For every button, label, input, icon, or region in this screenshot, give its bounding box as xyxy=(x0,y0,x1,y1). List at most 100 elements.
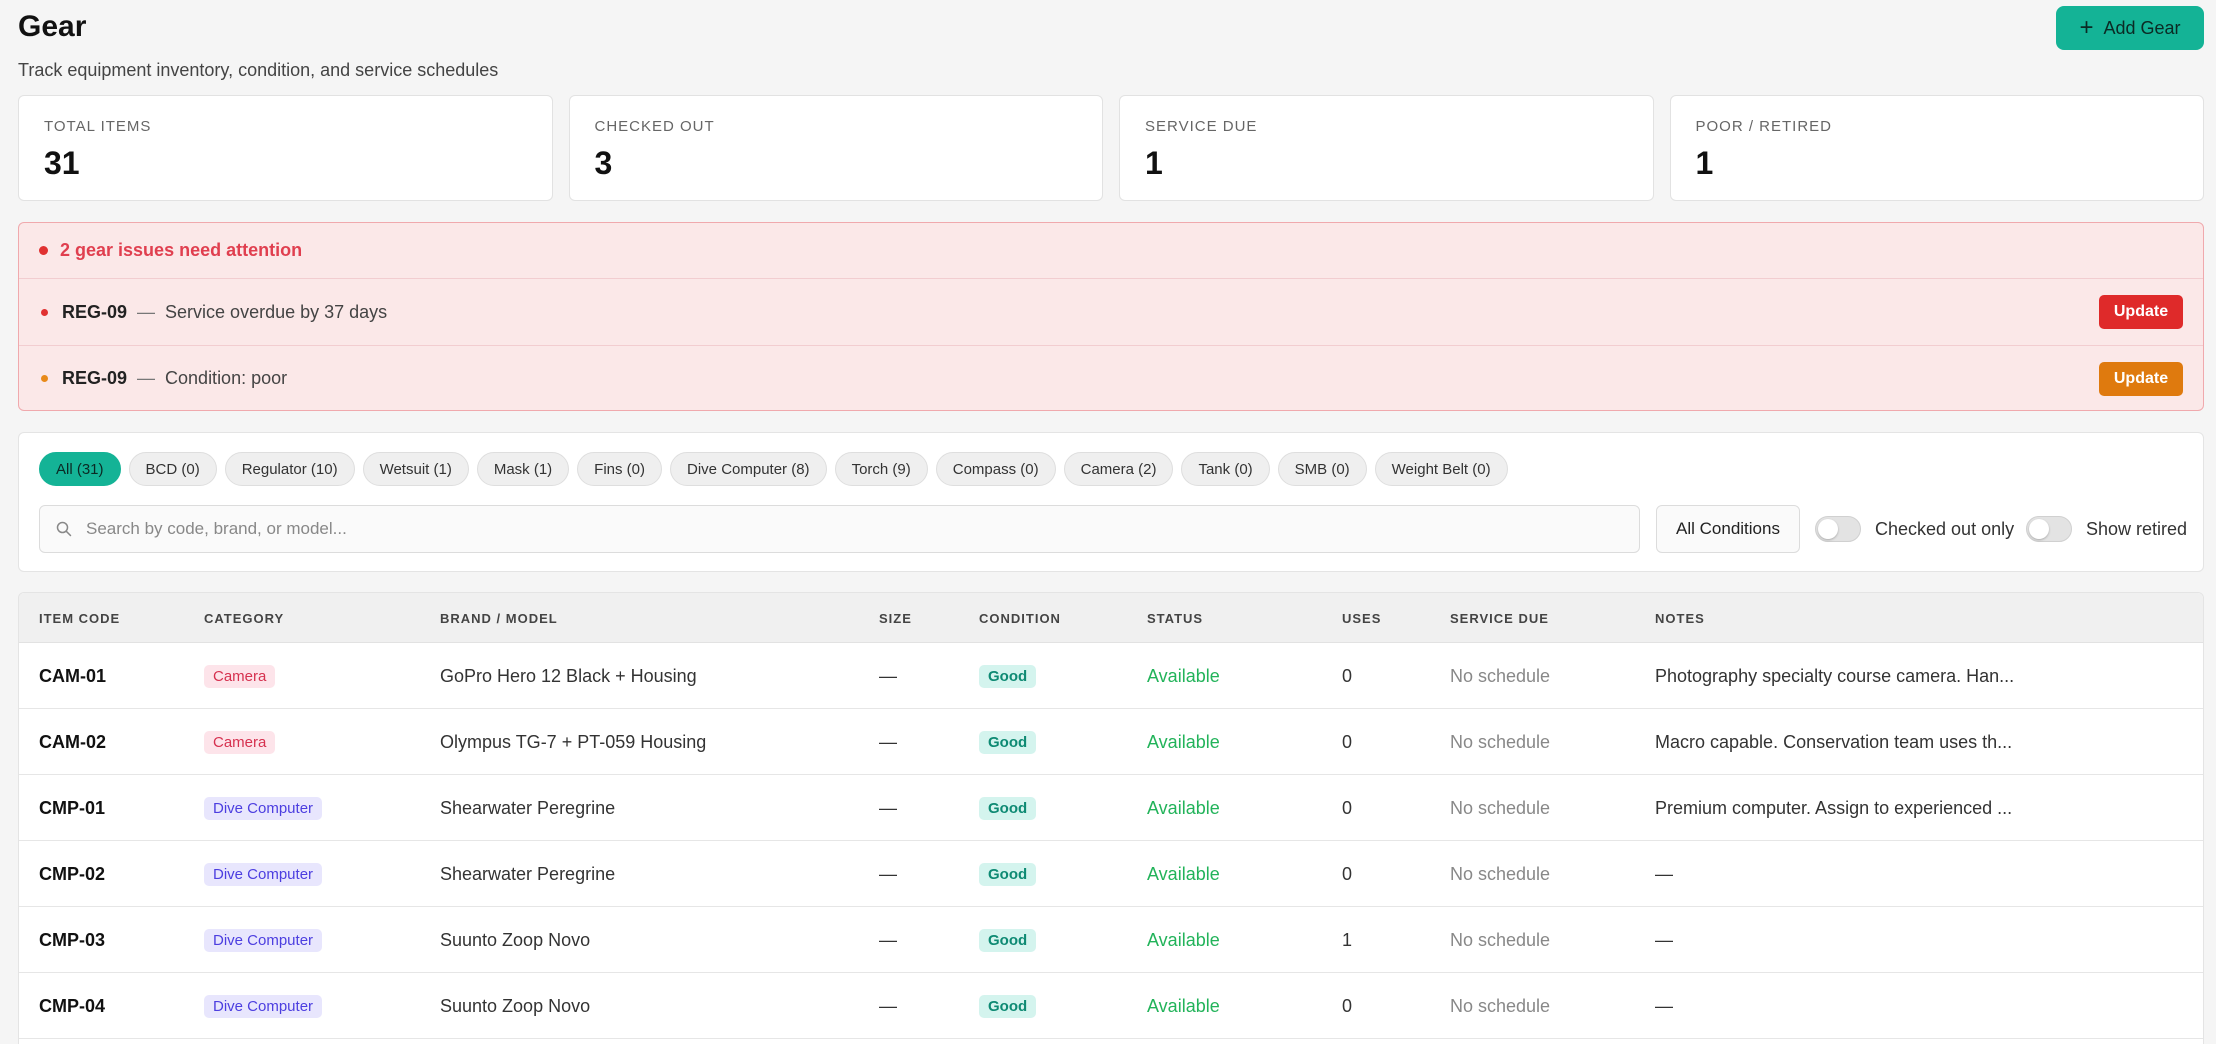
gear-table: ITEM CODE CATEGORY BRAND / MODEL SIZE CO… xyxy=(18,592,2204,1044)
condition-cell: Good xyxy=(979,907,1037,973)
status: Available xyxy=(1147,731,1220,752)
notes: Photography specialty course camera. Han… xyxy=(1655,665,2015,686)
condition-cell: Good xyxy=(979,973,1037,1039)
chip-dive-computer[interactable]: Dive Computer (8) xyxy=(670,452,827,486)
chip-compass[interactable]: Compass (0) xyxy=(935,452,1056,486)
category-cell: Dive Computer xyxy=(204,973,323,1039)
chip-bcd[interactable]: BCD (0) xyxy=(128,452,217,486)
stat-value: 31 xyxy=(44,145,80,181)
alert-dot-icon xyxy=(39,246,48,255)
stat-value: 3 xyxy=(594,145,613,181)
stat-value: 1 xyxy=(1145,145,1163,181)
column-header-brand-model[interactable]: BRAND / MODEL xyxy=(440,593,558,643)
chip-camera[interactable]: Camera (2) xyxy=(1063,452,1174,486)
notes: — xyxy=(1655,995,1673,1016)
status: Available xyxy=(1147,929,1220,950)
chip-smb[interactable]: SMB (0) xyxy=(1277,452,1367,486)
condition-badge: Good xyxy=(979,664,1037,688)
category-badge: Dive Computer xyxy=(204,928,323,952)
column-header-status[interactable]: STATUS xyxy=(1147,593,1203,643)
service-due: No schedule xyxy=(1450,665,1551,686)
brand-model: GoPro Hero 12 Black + Housing xyxy=(440,665,697,686)
category-chips: All (31) BCD (0) Regulator (10) Wetsuit … xyxy=(39,452,1508,486)
uses: 0 xyxy=(1342,863,1353,884)
condition-badge: Good xyxy=(979,730,1037,754)
column-header-condition[interactable]: CONDITION xyxy=(979,593,1061,643)
stat-card-total-items: TOTAL ITEMS 31 xyxy=(18,95,553,201)
brand-model: Suunto Zoop Novo xyxy=(440,929,591,950)
stat-label: TOTAL ITEMS xyxy=(44,118,152,135)
add-gear-button[interactable]: + Add Gear xyxy=(2056,6,2204,50)
category-badge: Dive Computer xyxy=(204,796,323,820)
table-row[interactable]: CMP-01 Dive Computer Shearwater Peregrin… xyxy=(19,775,2203,841)
show-retired-toggle[interactable] xyxy=(2026,516,2072,542)
category-cell: Dive Computer xyxy=(204,907,323,973)
condition-cell: Good xyxy=(979,643,1037,709)
chip-tank[interactable]: Tank (0) xyxy=(1181,452,1270,486)
toggle-knob xyxy=(1818,519,1838,539)
table-header: ITEM CODE CATEGORY BRAND / MODEL SIZE CO… xyxy=(19,593,2203,643)
alert-message: Condition: poor xyxy=(165,368,288,388)
column-header-uses[interactable]: USES xyxy=(1342,593,1381,643)
item-code: CMP-04 xyxy=(39,995,106,1016)
uses: 0 xyxy=(1342,665,1353,686)
column-header-notes[interactable]: NOTES xyxy=(1655,593,1705,643)
chip-wetsuit[interactable]: Wetsuit (1) xyxy=(362,452,469,486)
service-due: No schedule xyxy=(1450,995,1551,1016)
show-retired-toggle-group: Show retired xyxy=(2026,505,2187,553)
condition-select[interactable]: All Conditions xyxy=(1656,505,1800,553)
table-row[interactable]: CMP-04 Dive Computer Suunto Zoop Novo — … xyxy=(19,973,2203,1039)
alert-message: Service overdue by 37 days xyxy=(165,301,388,322)
status: Available xyxy=(1147,995,1220,1016)
checked-out-toggle-group: Checked out only xyxy=(1815,505,2014,553)
size: — xyxy=(879,863,897,884)
checked-out-toggle[interactable] xyxy=(1815,516,1861,542)
toggle-knob xyxy=(2029,519,2049,539)
table-row[interactable]: CAM-01 Camera GoPro Hero 12 Black + Hous… xyxy=(19,643,2203,709)
uses: 0 xyxy=(1342,995,1353,1016)
update-button[interactable]: Update xyxy=(2099,361,2183,396)
uses: 0 xyxy=(1342,731,1353,752)
page-header: Gear Track equipment inventory, conditio… xyxy=(18,10,498,81)
page-subtitle: Track equipment inventory, condition, an… xyxy=(18,60,499,80)
alert-item-code: REG-09 xyxy=(62,301,128,322)
status: Available xyxy=(1147,665,1220,686)
notes: — xyxy=(1655,863,1673,884)
chip-fins[interactable]: Fins (0) xyxy=(577,452,663,486)
severity-dot-icon xyxy=(41,375,48,382)
alert-item: REG-09 — Service overdue by 37 days Upda… xyxy=(19,279,2203,345)
category-cell: Dive Computer xyxy=(204,775,323,841)
item-code: CAM-02 xyxy=(39,731,107,752)
stat-label: POOR / RETIRED xyxy=(1695,118,1833,135)
filter-panel: All (31) BCD (0) Regulator (10) Wetsuit … xyxy=(18,432,2204,572)
chip-weight-belt[interactable]: Weight Belt (0) xyxy=(1374,452,1508,486)
stat-label: SERVICE DUE xyxy=(1145,118,1258,135)
uses: 1 xyxy=(1342,929,1353,950)
category-badge: Dive Computer xyxy=(204,994,323,1018)
stat-value: 1 xyxy=(1695,145,1714,181)
chip-mask[interactable]: Mask (1) xyxy=(476,452,570,486)
column-header-size[interactable]: SIZE xyxy=(879,593,912,643)
size: — xyxy=(879,929,897,950)
service-due: No schedule xyxy=(1450,731,1551,752)
search-input[interactable] xyxy=(86,519,1586,539)
table-row[interactable]: CMP-02 Dive Computer Shearwater Peregrin… xyxy=(19,841,2203,907)
column-header-category[interactable]: CATEGORY xyxy=(204,593,284,643)
chip-regulator[interactable]: Regulator (10) xyxy=(224,452,355,486)
chip-torch[interactable]: Torch (9) xyxy=(834,452,928,486)
category-cell: Dive Computer xyxy=(204,841,323,907)
plus-icon: + xyxy=(2079,14,2094,41)
status: Available xyxy=(1147,863,1220,884)
condition-badge: Good xyxy=(979,862,1037,886)
stats-row: TOTAL ITEMS 31 CHECKED OUT 3 SERVICE DUE… xyxy=(18,95,2204,201)
condition-badge: Good xyxy=(979,994,1037,1018)
update-button[interactable]: Update xyxy=(2099,295,2183,329)
item-code: CMP-02 xyxy=(39,863,106,884)
chip-all[interactable]: All (31) xyxy=(39,452,121,486)
table-row[interactable]: CMP-03 Dive Computer Suunto Zoop Novo — … xyxy=(19,907,2203,973)
column-header-service-due[interactable]: SERVICE DUE xyxy=(1450,593,1549,643)
checked-out-label: Checked out only xyxy=(1875,518,2015,539)
table-row[interactable]: CAM-02 Camera Olympus TG-7 + PT-059 Hous… xyxy=(19,709,2203,775)
search-box xyxy=(39,505,1640,553)
column-header-item-code[interactable]: ITEM CODE xyxy=(39,593,120,643)
